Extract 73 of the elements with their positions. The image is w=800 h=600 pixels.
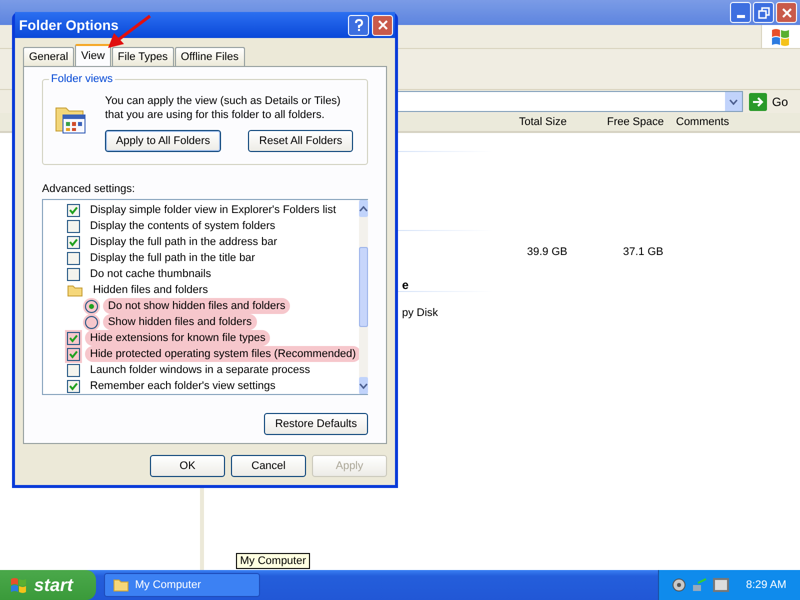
close-button[interactable] [776, 2, 797, 23]
scroll-thumb[interactable] [358, 247, 368, 327]
scrollbar[interactable] [358, 200, 368, 394]
scroll-up-button[interactable] [358, 200, 368, 217]
tab[interactable]: File Types [112, 47, 174, 66]
checkbox[interactable] [67, 348, 80, 360]
flag-icon [770, 26, 792, 46]
checkbox[interactable] [67, 236, 80, 248]
column-header[interactable]: Total Size [519, 116, 567, 128]
chevron-up-icon [358, 206, 368, 212]
setting-label: Launch folder windows in a separate process [89, 364, 312, 376]
tab[interactable]: General [23, 47, 74, 66]
close-button[interactable] [372, 14, 393, 36]
setting-label: Hide protected operating system files (Recommended) [87, 348, 359, 360]
help-icon [352, 18, 364, 32]
chevron-down-icon [358, 382, 368, 388]
folder-view-button[interactable]: Apply to All Folders [105, 130, 222, 152]
checkbox[interactable] [67, 220, 80, 232]
go-button[interactable]: Go [746, 92, 800, 110]
drive-label: py Disk [402, 307, 438, 319]
setting-label: Display the full path in the title bar [89, 252, 256, 264]
restore-icon [758, 6, 770, 18]
setting-label: Display the full path in the address bar [89, 236, 278, 248]
setting-label: Hide extensions for known file types [87, 332, 268, 344]
dialog-button[interactable]: Cancel [231, 455, 306, 477]
folder-view-button[interactable]: Reset All Folders [248, 130, 354, 152]
tooltip: My Computer [236, 553, 310, 569]
dropdown-button[interactable] [724, 92, 742, 111]
checkbox[interactable] [67, 252, 80, 264]
column-header[interactable]: Comments [676, 116, 730, 128]
tab[interactable]: Offline Files [174, 47, 245, 66]
scroll-down-button[interactable] [358, 377, 368, 394]
network-icon [692, 577, 708, 593]
help-button[interactable] [348, 14, 369, 36]
description-text: You can apply the view (such as Details or Tiles) that you are using for this folder to all folders. [105, 94, 342, 122]
setting-label: Remember each folder's view settings [89, 380, 277, 392]
column-header[interactable]: Free Space [607, 116, 664, 128]
flag-icon [10, 577, 28, 593]
checkbox[interactable] [67, 332, 80, 344]
dialog-button[interactable]: OK [150, 455, 225, 477]
arrow-right-icon [748, 92, 767, 110]
setting-label: Do not cache thumbnails [89, 268, 212, 280]
setting-label: Do not show hidden files and folders [105, 300, 288, 312]
radio-button[interactable] [85, 316, 98, 328]
checkbox[interactable] [67, 380, 80, 392]
dialog-title: Folder Options [19, 17, 120, 33]
clock: 8:29 AM [746, 579, 786, 591]
checkbox[interactable] [67, 364, 80, 376]
taskbar-button[interactable]: My Computer [104, 573, 260, 597]
vm-icon [713, 578, 729, 592]
radio-button[interactable] [85, 300, 98, 312]
speaker-icon [671, 577, 687, 593]
minimize-button[interactable] [730, 2, 751, 23]
checkbox[interactable] [67, 204, 80, 216]
setting-label: Display simple folder view in Explorer's Folders list [89, 204, 338, 216]
restore-button[interactable] [753, 2, 774, 23]
tab[interactable]: View [75, 44, 111, 66]
table-cell: 39.9 GB [527, 246, 568, 258]
checkbox[interactable] [67, 268, 80, 280]
setting-label: Show hidden files and folders [105, 316, 255, 328]
folder-icon [113, 578, 129, 592]
close-icon [780, 6, 792, 18]
table-cell: 37.1 GB [623, 246, 664, 258]
group-heading: e [402, 278, 409, 292]
folder-icon [67, 284, 83, 296]
setting-label: Display the contents of system folders [89, 220, 276, 232]
chevron-down-icon [728, 98, 738, 104]
setting-label: Hidden files and folders [92, 284, 209, 296]
restore-defaults-button[interactable]: Restore Defaults [264, 413, 368, 435]
group-legend: Folder views [49, 73, 115, 85]
section-label: Advanced settings: [42, 183, 136, 195]
minimize-icon [736, 15, 744, 18]
close-icon [376, 19, 388, 31]
